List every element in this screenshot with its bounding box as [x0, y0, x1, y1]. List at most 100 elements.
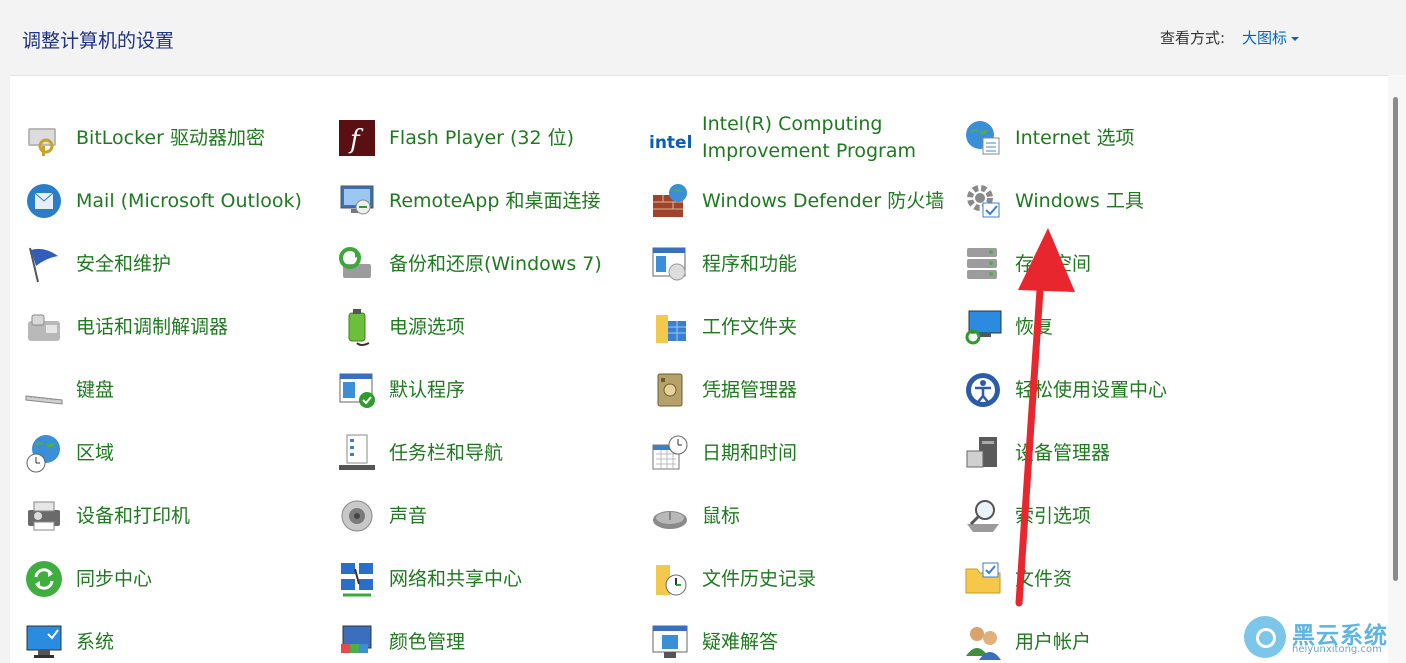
file-history-icon: [648, 557, 692, 601]
recovery-icon: [961, 305, 1005, 349]
item-programs-features[interactable]: 程序和功能: [648, 234, 948, 294]
page-title: 调整计算机的设置: [22, 30, 175, 52]
item-label: 默认程序: [389, 378, 466, 401]
keyboard-icon: [22, 368, 66, 412]
bitlocker-icon: [22, 116, 66, 160]
item-security-maintenance[interactable]: 安全和维护: [22, 234, 312, 294]
item-label: 凭据管理器: [702, 378, 798, 401]
item-label: Windows 工具: [1015, 189, 1144, 212]
item-label: Flash Player (32 位): [389, 126, 575, 149]
watermark: 黑云系统 heiyunxitong.com: [1240, 614, 1400, 660]
item-bitlocker[interactable]: BitLocker 驱动器加密: [22, 108, 312, 168]
item-label: 日期和时间: [702, 441, 798, 464]
view-by-label: 查看方式:: [1160, 29, 1226, 47]
user-accounts-icon: [961, 620, 1005, 663]
item-firewall[interactable]: Windows Defender 防火墙: [648, 171, 948, 231]
item-power-options[interactable]: 电源选项: [335, 297, 625, 357]
mouse-icon: [648, 494, 692, 538]
item-mouse[interactable]: 鼠标: [648, 486, 948, 546]
item-date-time[interactable]: 日期和时间: [648, 423, 948, 483]
sync-center-icon: [22, 557, 66, 601]
ease-of-access-icon: [961, 368, 1005, 412]
taskbar-icon: [335, 431, 379, 475]
item-internet-options[interactable]: Internet 选项: [961, 108, 1251, 168]
firewall-icon: [648, 179, 692, 223]
item-intel[interactable]: intel. Intel(R) Computing Improvement Pr…: [648, 108, 948, 168]
mail-icon: [22, 179, 66, 223]
item-network-sharing[interactable]: 网络和共享中心: [335, 549, 625, 609]
item-label: 文件资: [1015, 567, 1073, 590]
network-icon: [335, 557, 379, 601]
watermark-logo-icon: [1244, 616, 1286, 658]
watermark-url: heiyunxitong.com: [1292, 644, 1382, 655]
item-label: 轻松使用设置中心: [1015, 378, 1168, 401]
programs-icon: [648, 242, 692, 286]
item-phone-modem[interactable]: 电话和调制解调器: [22, 297, 312, 357]
item-label: 安全和维护: [76, 252, 172, 275]
item-label: 颜色管理: [389, 630, 466, 653]
item-label: BitLocker 驱动器加密: [76, 126, 265, 149]
item-work-folders[interactable]: 工作文件夹: [648, 297, 948, 357]
item-label: RemoteApp 和桌面连接: [389, 189, 601, 212]
item-default-programs[interactable]: 默认程序: [335, 360, 625, 420]
sound-icon: [335, 494, 379, 538]
scroll-thumb[interactable]: [1393, 97, 1398, 581]
credential-manager-icon: [648, 368, 692, 412]
item-label: 电源选项: [389, 315, 466, 338]
item-user-accounts[interactable]: 用户帐户: [961, 612, 1251, 663]
item-color-management[interactable]: 颜色管理: [335, 612, 625, 663]
item-label: 程序和功能: [702, 252, 798, 275]
internet-options-icon: [961, 116, 1005, 160]
item-label: 文件历史记录: [702, 567, 817, 590]
item-windows-tools[interactable]: Windows 工具: [961, 171, 1251, 231]
printer-icon: [22, 494, 66, 538]
item-sync-center[interactable]: 同步中心: [22, 549, 312, 609]
phone-modem-icon: [22, 305, 66, 349]
system-icon: [22, 620, 66, 663]
item-label: 系统: [76, 630, 115, 653]
item-label: 设备管理器: [1015, 441, 1111, 464]
item-troubleshooting[interactable]: 疑难解答: [648, 612, 948, 663]
item-system[interactable]: 系统: [22, 612, 312, 663]
item-label: 键盘: [76, 378, 115, 401]
item-label: 鼠标: [702, 504, 741, 527]
item-indexing-options[interactable]: 索引选项: [961, 486, 1251, 546]
item-label: 声音: [389, 504, 428, 527]
item-mail[interactable]: Mail (Microsoft Outlook): [22, 171, 312, 231]
chevron-down-icon: [1291, 36, 1300, 41]
vertical-scrollbar[interactable]: [1388, 75, 1406, 663]
item-label: 设备和打印机: [76, 504, 191, 527]
item-label: 任务栏和导航: [389, 441, 504, 464]
item-backup-restore[interactable]: 备份和还原(Windows 7): [335, 234, 625, 294]
item-ease-of-access[interactable]: 轻松使用设置中心: [961, 360, 1251, 420]
item-credential-manager[interactable]: 凭据管理器: [648, 360, 948, 420]
item-remoteapp[interactable]: RemoteApp 和桌面连接: [335, 171, 625, 231]
item-sound[interactable]: 声音: [335, 486, 625, 546]
remoteapp-icon: [335, 179, 379, 223]
item-keyboard[interactable]: 键盘: [22, 360, 312, 420]
indexing-icon: [961, 494, 1005, 538]
file-explorer-icon: [961, 557, 1005, 601]
item-label: 网络和共享中心: [389, 567, 523, 590]
item-taskbar-navigation[interactable]: 任务栏和导航: [335, 423, 625, 483]
item-label: 疑难解答: [702, 630, 779, 653]
storage-icon: [961, 242, 1005, 286]
item-file-explorer-options[interactable]: 文件资: [961, 549, 1251, 609]
item-device-manager[interactable]: 设备管理器: [961, 423, 1251, 483]
item-label: 区域: [76, 441, 115, 464]
intel-icon: intel.: [648, 116, 692, 160]
item-file-history[interactable]: 文件历史记录: [648, 549, 948, 609]
header: 调整计算机的设置 查看方式: 大图标: [0, 0, 1406, 75]
troubleshooting-icon: [648, 620, 692, 663]
region-icon: [22, 431, 66, 475]
view-by-dropdown[interactable]: 大图标: [1242, 27, 1300, 48]
item-storage-spaces[interactable]: 存储空间: [961, 234, 1251, 294]
item-label: 工作文件夹: [702, 315, 798, 338]
item-devices-printers[interactable]: 设备和打印机: [22, 486, 312, 546]
flag-icon: [22, 242, 66, 286]
item-flash-player[interactable]: f Flash Player (32 位): [335, 108, 625, 168]
item-recovery[interactable]: 恢复: [961, 297, 1251, 357]
item-label: Intel(R) Computing Improvement Program: [702, 113, 917, 162]
item-region[interactable]: 区域: [22, 423, 312, 483]
item-label: 电话和调制解调器: [76, 315, 229, 338]
